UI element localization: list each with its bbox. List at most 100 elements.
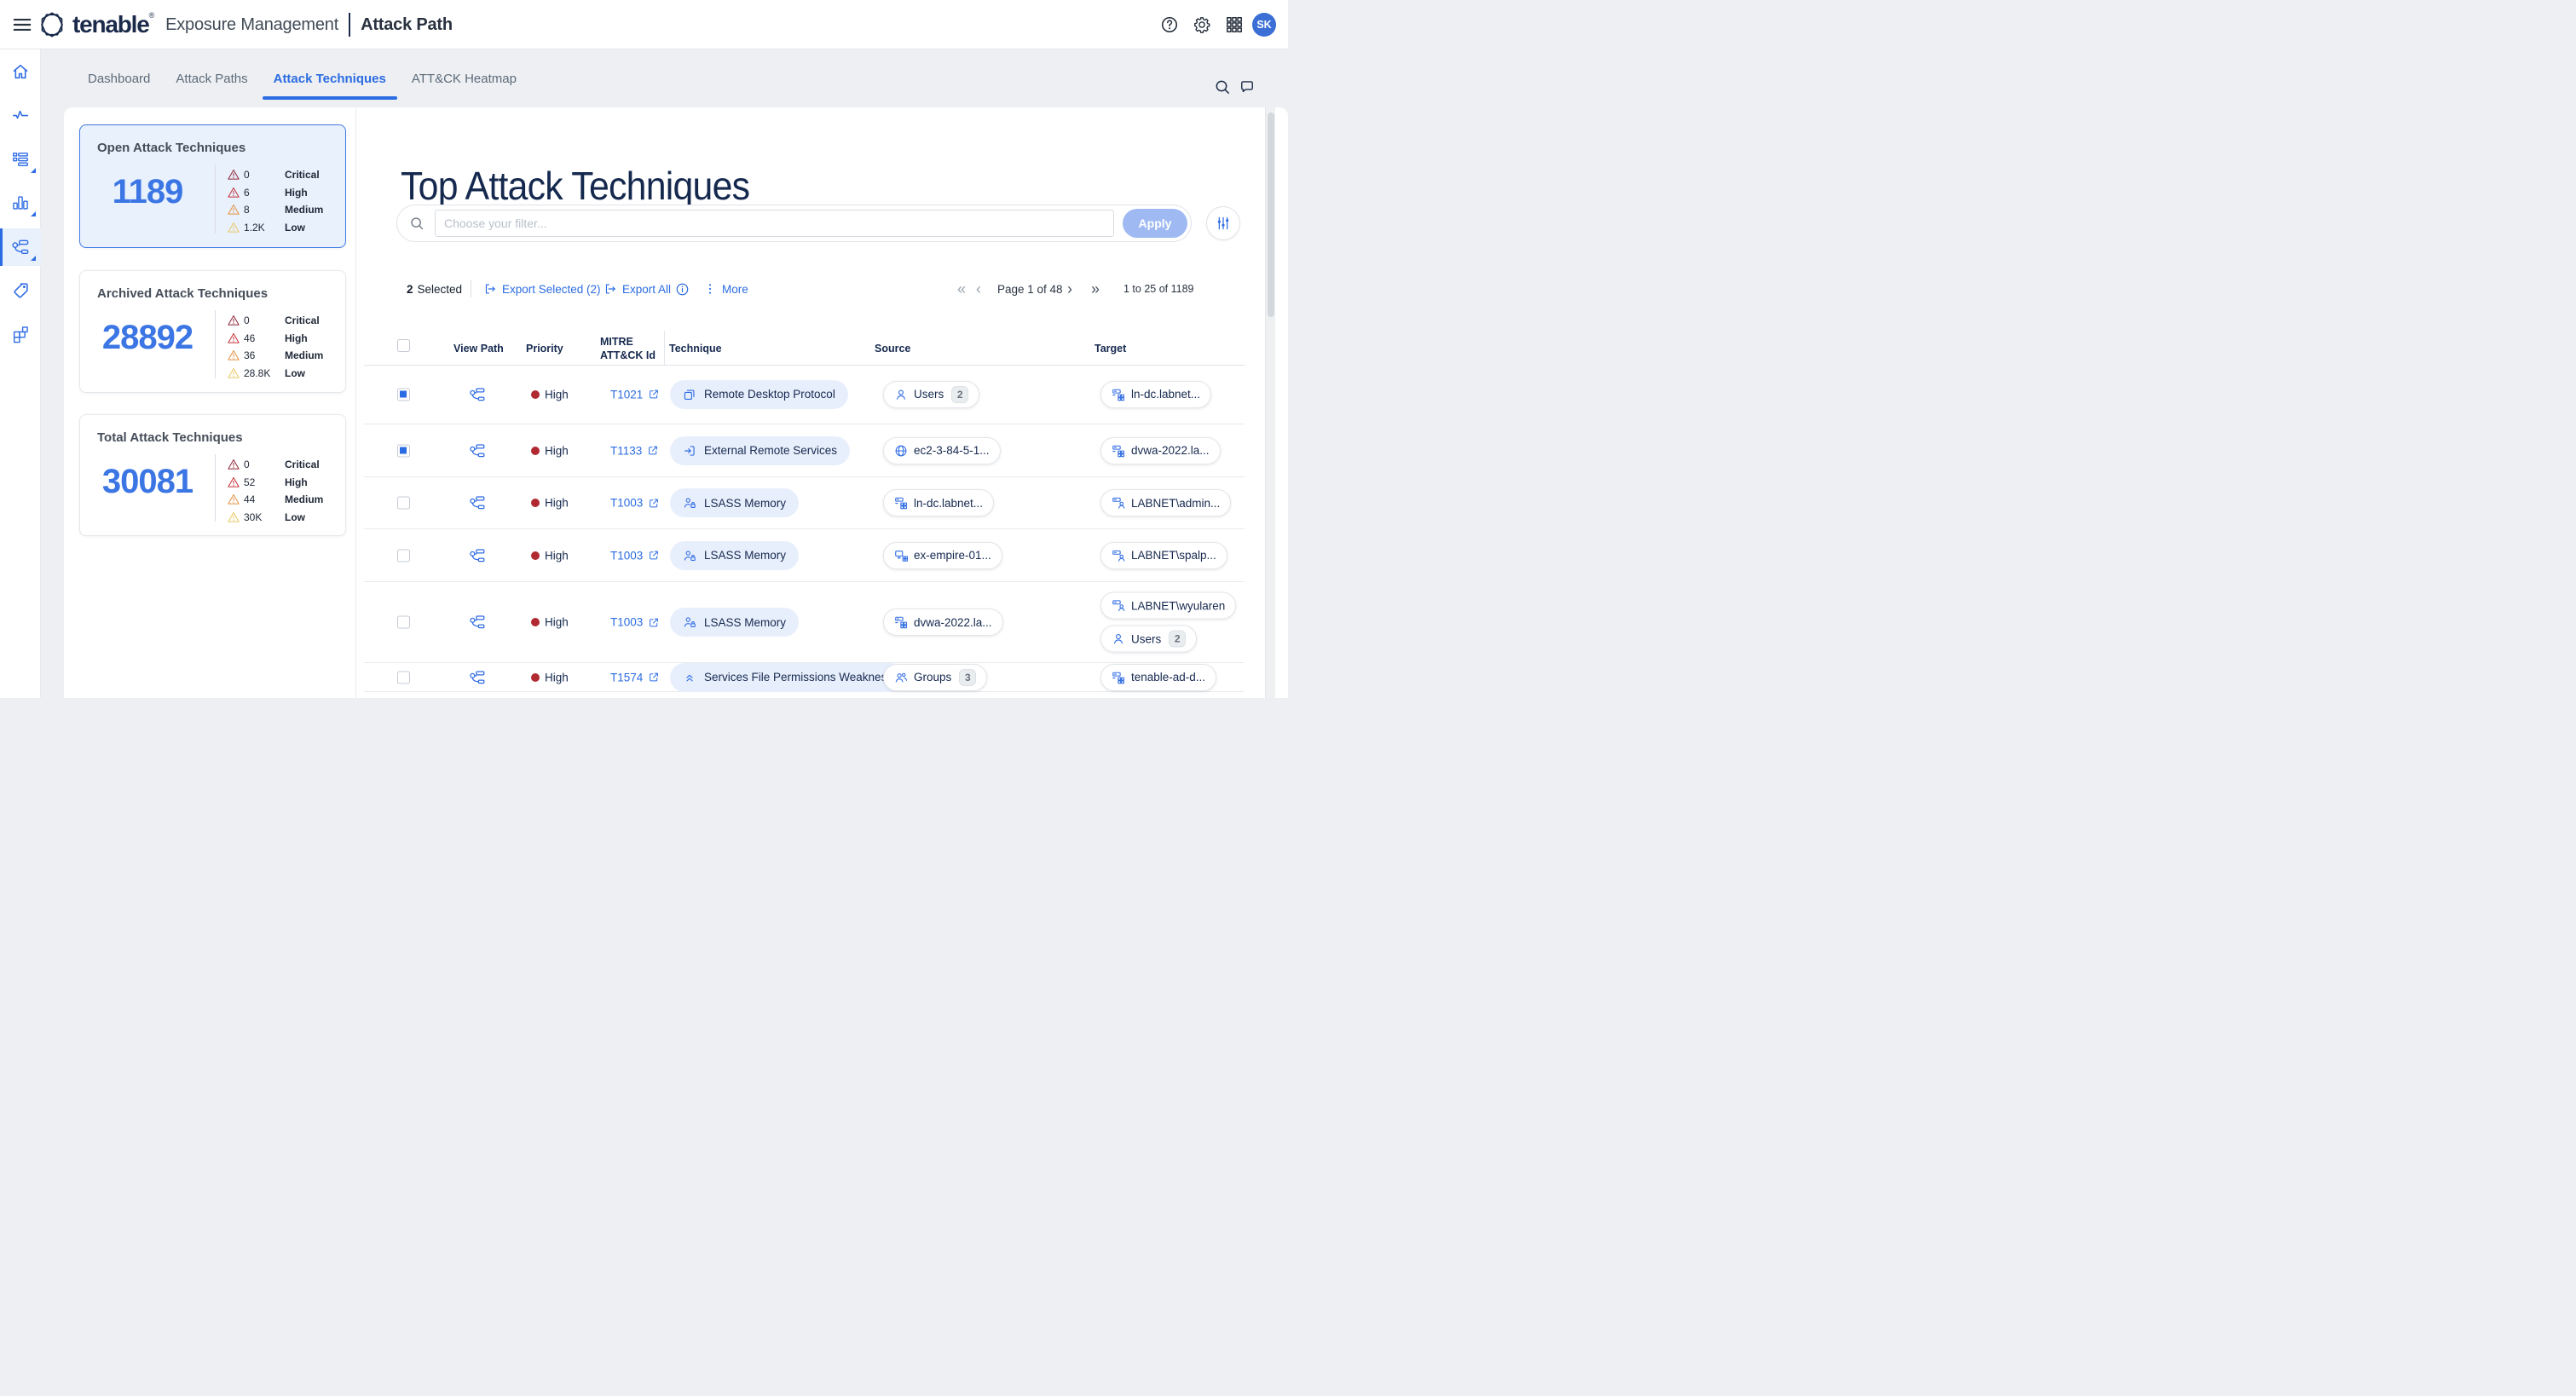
help-icon[interactable] [1160, 15, 1179, 34]
asset-pill[interactable]: ex-empire-01... [883, 542, 1002, 569]
technique-label: LSASS Memory [704, 616, 786, 629]
technique-chip: LSASS Memory [670, 541, 799, 570]
stat-card-2[interactable]: Total Attack Techniques 30081 0 Critical… [79, 414, 346, 536]
panel-divider [355, 107, 356, 698]
first-page-button[interactable]: « [957, 278, 966, 300]
sidebar-item-attack-path[interactable] [0, 228, 41, 266]
high-warning-icon [227, 332, 240, 345]
row-checkbox[interactable] [397, 671, 410, 684]
stat-card-divider [215, 454, 216, 522]
view-path-icon[interactable] [469, 494, 486, 511]
asset-pill[interactable]: ln-dc.labnet... [1100, 381, 1211, 408]
source-cell: ex-empire-01... [883, 542, 1002, 569]
mitre-link[interactable]: T1021 [610, 388, 660, 401]
scrollbar-thumb[interactable] [1268, 112, 1274, 317]
asset-pill[interactable]: tenable-ad-d... [1100, 664, 1216, 691]
tab-dashboard[interactable]: Dashboard [75, 49, 163, 107]
row-checkbox[interactable] [397, 549, 410, 562]
user-avatar[interactable]: SK [1252, 13, 1276, 37]
mitre-link[interactable]: T1133 [610, 444, 659, 457]
sidebar-item-activity[interactable] [0, 96, 41, 134]
row-checkbox[interactable] [397, 388, 410, 401]
app-switcher-icon[interactable] [1225, 15, 1244, 34]
source-cell: ec2-3-84-5-1... [883, 437, 1001, 464]
mitre-link[interactable]: T1003 [610, 549, 660, 562]
row-checkbox[interactable] [397, 616, 410, 629]
search-icon[interactable] [1214, 78, 1231, 95]
asset-label: ln-dc.labnet... [1131, 388, 1200, 401]
info-button[interactable] [675, 278, 690, 300]
severity-count: 8 [244, 204, 273, 216]
medium-warning-icon [227, 349, 240, 362]
stat-card-1[interactable]: Archived Attack Techniques 28892 0 Criti… [79, 270, 346, 393]
tenable-logo-icon [38, 10, 66, 39]
vertical-scrollbar[interactable] [1265, 107, 1275, 698]
caret-icon [31, 256, 36, 261]
row-checkbox[interactable] [397, 444, 410, 457]
user-icon [1112, 632, 1125, 646]
asset-pill[interactable]: LABNET\wyularen [1100, 592, 1236, 620]
mitre-id: T1003 [610, 549, 643, 562]
more-button[interactable]: More [703, 278, 748, 300]
asset-pill[interactable]: dvwa-2022.la... [883, 609, 1003, 636]
sidebar-item-integrations[interactable] [0, 315, 41, 353]
sidebar-rail [0, 49, 41, 698]
chart-icon [11, 193, 30, 212]
sidebar-item-analytics[interactable] [0, 184, 41, 222]
view-path-icon[interactable] [469, 442, 486, 459]
last-page-button[interactable]: » [1091, 278, 1100, 300]
priority-label: High [545, 444, 569, 457]
next-page-button[interactable]: › [1067, 278, 1072, 300]
tab-attack-paths[interactable]: Attack Paths [163, 49, 260, 107]
view-path-icon[interactable] [469, 614, 486, 631]
mitre-link[interactable]: T1574 [610, 671, 660, 684]
asset-pill[interactable]: LABNET\admin... [1100, 489, 1231, 516]
target-cell: tenable-ad-d... [1100, 664, 1216, 691]
source-cell: ln-dc.labnet... [883, 489, 994, 516]
filter-input[interactable] [435, 210, 1114, 237]
asset-pill[interactable]: ln-dc.labnet... [883, 489, 994, 516]
asset-pill[interactable]: Groups3 [883, 664, 987, 691]
medium-warning-icon [227, 203, 240, 216]
source-cell: Users2 [883, 381, 979, 408]
hamburger-menu-icon[interactable] [11, 14, 33, 36]
tab-attack-techniques[interactable]: Attack Techniques [261, 49, 399, 107]
stat-card-divider [215, 164, 216, 234]
tab-att-ck-heatmap[interactable]: ATT&CK Heatmap [399, 49, 529, 107]
mitre-link[interactable]: T1003 [610, 497, 660, 510]
asset-pill[interactable]: ec2-3-84-5-1... [883, 437, 1001, 464]
severity-label: Low [285, 222, 305, 234]
sidebar-item-home[interactable] [0, 53, 41, 90]
asset-pill[interactable]: Users2 [883, 381, 979, 408]
advanced-filters-button[interactable] [1206, 206, 1240, 240]
severity-row: 30K Low [227, 511, 340, 524]
stat-card-0[interactable]: Open Attack Techniques 1189 0 Critical 6… [79, 124, 346, 248]
severity-row: 0 Critical [227, 314, 340, 327]
more-dots-icon [703, 282, 717, 296]
view-path-icon[interactable] [469, 547, 486, 564]
sidebar-item-tags[interactable] [0, 272, 41, 309]
user-lock-icon [683, 496, 696, 510]
export-selected-button[interactable]: Export Selected (2) [483, 278, 601, 300]
apply-button[interactable]: Apply [1123, 209, 1187, 238]
select-all-checkbox[interactable] [397, 339, 410, 352]
sidebar-item-inventory[interactable] [0, 141, 41, 178]
view-path-icon[interactable] [469, 669, 486, 686]
mitre-link[interactable]: T1003 [610, 616, 660, 629]
view-path-icon[interactable] [469, 386, 486, 403]
export-all-button[interactable]: Export All [604, 278, 671, 300]
target-cell: LABNET\admin... [1100, 489, 1231, 516]
filter-bar: Apply [396, 205, 1192, 242]
settings-gear-icon[interactable] [1193, 15, 1211, 34]
asset-label: Users [1131, 632, 1161, 645]
row-checkbox[interactable] [397, 497, 410, 510]
asset-label: ex-empire-01... [914, 549, 991, 562]
prev-page-button[interactable]: ‹ [976, 278, 981, 300]
feedback-chat-icon[interactable] [1239, 78, 1256, 95]
severity-count: 0 [244, 459, 273, 470]
asset-pill[interactable]: dvwa-2022.la... [1100, 437, 1221, 464]
col-header-mitre: MITRE ATT&CK Id [600, 336, 660, 362]
asset-pill[interactable]: LABNET\spalp... [1100, 542, 1227, 569]
asset-pill[interactable]: Users2 [1100, 626, 1197, 653]
severity-label: High [285, 476, 308, 488]
